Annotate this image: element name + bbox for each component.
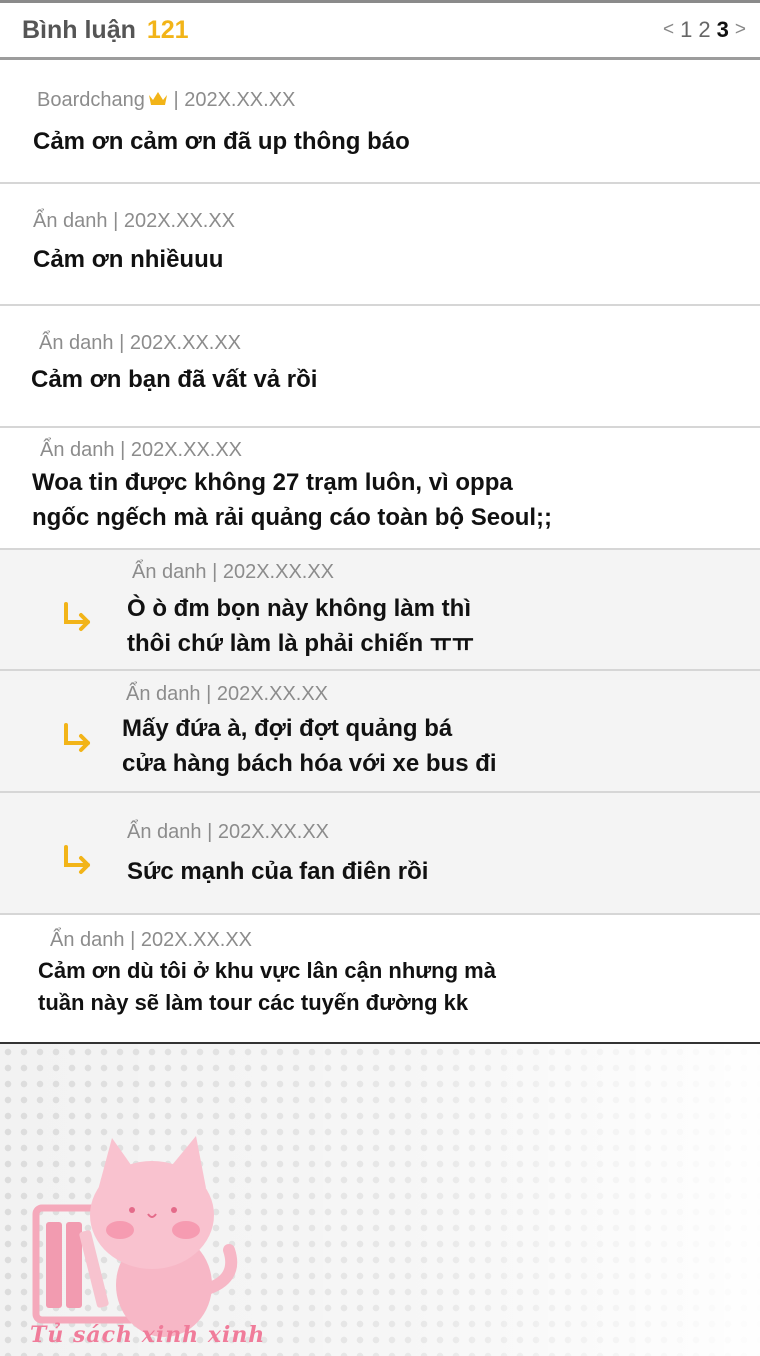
comment-text: Mấy đứa à, đợi đợt quảng bá cửa hàng bác… bbox=[122, 715, 497, 777]
comment-text: Cảm ơn bạn đã vất vả rồi bbox=[31, 366, 318, 393]
page-1-link[interactable]: 1 bbox=[680, 17, 692, 43]
comment-item: Ẩn danh | 202X.XX.XX Woa tin được không … bbox=[0, 428, 760, 550]
comment-text: Woa tin được không 27 trạm luôn, vì oppa… bbox=[32, 469, 553, 531]
comment-author: Ẩn danh bbox=[40, 439, 115, 461]
comment-date: 202X.XX.XX bbox=[217, 821, 330, 843]
comment-meta: Boardchang | 202X.XX.XX bbox=[37, 89, 296, 111]
comment-author: Ẩn danh bbox=[126, 683, 201, 705]
watermark-text: Tủ sách xinh xinh bbox=[30, 1322, 266, 1348]
reply-arrow-icon bbox=[64, 845, 90, 874]
comment-text: Ò ò đm bọn này không làm thì thôi chứ là… bbox=[127, 595, 474, 657]
comments-title: Bình luận 121 bbox=[22, 16, 189, 45]
comment-meta: Ẩn danh | 202X.XX.XX bbox=[126, 683, 329, 705]
crown-icon bbox=[148, 92, 167, 105]
comments-title-label: Bình luận bbox=[22, 16, 136, 44]
comment-date: 202X.XX.XX bbox=[184, 89, 296, 111]
reply-item: Ẩn danh | 202X.XX.XX Ò ò đm bọn này khôn… bbox=[0, 550, 760, 671]
pagination: < 1 2 3 > bbox=[663, 17, 746, 43]
page-3-current[interactable]: 3 bbox=[717, 17, 729, 43]
comment-author: Ẩn danh bbox=[39, 332, 114, 354]
comment-meta: Ẩn danh | 202X.XX.XX bbox=[39, 332, 242, 354]
reply-item: Ẩn danh | 202X.XX.XX Sức mạnh của fan đi… bbox=[0, 793, 760, 915]
comment-date: 202X.XX.XX bbox=[222, 561, 335, 583]
comment-date: 202X.XX.XX bbox=[140, 929, 253, 951]
prev-page-button[interactable]: < bbox=[663, 19, 674, 41]
watermark-area: Tủ sách xinh xinh bbox=[0, 1044, 760, 1356]
reply-arrow-icon bbox=[64, 723, 90, 752]
comment-date: 202X.XX.XX bbox=[123, 210, 236, 232]
comment-meta: Ẩn danh | 202X.XX.XX bbox=[127, 821, 330, 843]
comment-author: Ẩn danh bbox=[33, 210, 108, 232]
comment-date: 202X.XX.XX bbox=[129, 332, 242, 354]
comment-author: Ẩn danh bbox=[132, 561, 207, 583]
comment-meta: Ẩn danh | 202X.XX.XX bbox=[132, 561, 335, 583]
comment-author: Boardchang bbox=[37, 89, 145, 111]
comment-meta: Ẩn danh | 202X.XX.XX bbox=[50, 929, 253, 951]
comment-text: Cảm ơn dù tôi ở khu vực lân cận nhưng mà… bbox=[38, 958, 496, 1015]
comment-date: 202X.XX.XX bbox=[216, 683, 329, 705]
comment-text: Sức mạnh của fan điên rồi bbox=[127, 858, 429, 885]
comments-header: Bình luận 121 < 1 2 3 > bbox=[0, 3, 760, 60]
comment-item: Ẩn danh | 202X.XX.XX Cảm ơn dù tôi ở khu… bbox=[0, 915, 760, 1042]
comment-item: Ẩn danh | 202X.XX.XX Cảm ơn nhiềuuu bbox=[0, 184, 760, 306]
page-2-link[interactable]: 2 bbox=[698, 17, 710, 43]
comment-date: 202X.XX.XX bbox=[130, 439, 243, 461]
comment-meta: Ẩn danh | 202X.XX.XX bbox=[40, 439, 243, 461]
comment-text: Cảm ơn cảm ơn đã up thông báo bbox=[33, 128, 410, 155]
comment-meta: Ẩn danh | 202X.XX.XX bbox=[33, 210, 236, 232]
comment-author: Ẩn danh bbox=[50, 929, 125, 951]
reply-item: Ẩn danh | 202X.XX.XX Mấy đứa à, đợi đợt … bbox=[0, 671, 760, 793]
comment-item: Boardchang | 202X.XX.XX Cảm ơn cảm ơn đã… bbox=[0, 63, 760, 184]
reply-arrow-icon bbox=[64, 602, 90, 631]
comment-text: Cảm ơn nhiềuuu bbox=[33, 246, 224, 273]
comment-item: Ẩn danh | 202X.XX.XX Cảm ơn bạn đã vất v… bbox=[0, 306, 760, 428]
comment-author: Ẩn danh bbox=[127, 821, 202, 843]
comment-count: 121 bbox=[146, 16, 189, 44]
next-page-button[interactable]: > bbox=[735, 19, 746, 41]
pink-cat-bookshelf-logo-icon bbox=[32, 1136, 238, 1337]
